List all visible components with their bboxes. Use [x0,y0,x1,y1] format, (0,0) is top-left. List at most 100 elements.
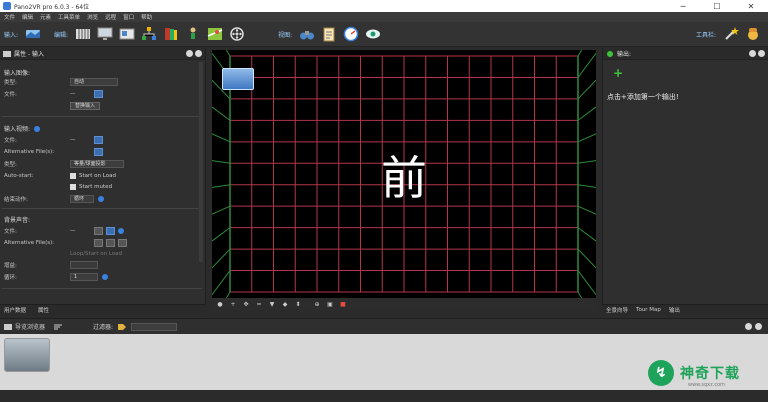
menu-tools[interactable]: 工具菜单 [58,13,80,21]
sound-alt-row: Alternative File(s): [4,238,130,247]
sound-play-icon[interactable] [94,226,103,235]
preview-button[interactable] [298,25,316,43]
menu-help[interactable]: 帮助 [141,13,152,21]
grid-icon [76,29,91,39]
start-on-load-checkbox[interactable] [70,172,76,179]
view-output-button[interactable] [364,25,382,43]
help-assistant-button[interactable] [744,25,762,43]
menu-window[interactable]: 窗口 [123,13,134,21]
info-icon[interactable] [34,125,41,132]
close-panel-icon[interactable] [758,50,765,57]
input-video-section: 输入视频: [4,124,41,133]
tour-map-button[interactable] [140,25,158,43]
binoculars-icon [300,31,315,40]
notes-button[interactable] [320,25,338,43]
start-muted-checkbox[interactable] [70,183,76,190]
end-action-row: 结束动作: 循环 [4,194,104,203]
menu-browse[interactable]: 浏览 [87,13,98,21]
network-icon [142,27,157,40]
divider [2,288,202,289]
menu-bar: 文件 编辑 元素 工具菜单 浏览 远程 窗口 帮助 [0,12,768,22]
info-icon[interactable]: ● [215,300,225,308]
panel-controls [745,323,762,330]
replace-input-button[interactable]: 替换输入 [70,101,101,110]
watermark-url: www.sqxz.com [688,382,726,388]
browse-sound-icon[interactable] [106,226,115,235]
browse-alt-sound-icon[interactable] [118,238,127,247]
float-panel-icon[interactable] [186,50,193,57]
panorama-icon [26,30,41,38]
add-output-hint: 点击+添加第一个输出! [607,93,679,101]
publish-button[interactable] [342,25,360,43]
maximize-button[interactable]: ☐ [700,0,734,12]
float-panel-icon[interactable] [749,50,756,57]
tab-panorama-wizard[interactable]: 全景向导 [606,306,628,314]
panorama-thumbnail[interactable] [222,68,254,90]
loop-input[interactable]: 1 [70,272,98,281]
line-tool-icon[interactable]: ━ [254,300,264,308]
panorama-viewer[interactable]: 前 [212,50,596,298]
wizard-button[interactable] [722,25,740,43]
close-button[interactable]: ✕ [734,0,768,12]
tab-tour-map[interactable]: Tour Map [636,307,661,313]
tab-user-data[interactable]: 用户数据 [4,306,26,314]
grid-line [212,248,231,269]
tag-icon[interactable] [117,323,127,331]
status-bar [0,390,768,402]
menu-file[interactable]: 文件 [4,13,15,21]
toolbar-right: 工具栏: [692,25,768,43]
stop-icon[interactable]: ■ [338,300,348,308]
animation-button[interactable] [184,25,202,43]
move-icon[interactable]: ✥ [241,300,251,308]
add-output-icon[interactable]: + [613,66,623,80]
info-icon[interactable] [98,195,104,202]
menu-remote[interactable]: 远程 [105,13,116,21]
browse-video-icon[interactable] [94,135,103,144]
end-action-select[interactable]: 循环 [70,194,94,203]
output-panel-title: 输出: [617,51,632,58]
gain-input[interactable] [70,260,98,269]
frame-icon[interactable]: ▣ [325,300,335,308]
filter-select[interactable] [131,322,178,331]
main-toolbar: 输入: 编辑: 视图: 工具栏: [0,22,768,47]
bucket-icon[interactable]: ▼ [267,300,277,308]
tab-output[interactable]: 输出 [669,306,680,314]
tab-properties[interactable]: 属性 [38,306,49,314]
sound-record-icon[interactable] [106,238,115,247]
start-muted-row: Start muted [70,182,112,191]
map-button[interactable] [206,25,224,43]
measure-icon[interactable]: ⬍ [293,300,303,308]
menu-elements[interactable]: 元素 [40,13,51,21]
image-type-select[interactable]: 自动 [70,77,118,86]
browse-file-icon[interactable] [94,89,103,98]
close-panel-icon[interactable] [755,323,762,330]
close-panel-icon[interactable] [195,50,202,57]
replace-input-row: 替换输入 [70,101,101,110]
patch-button[interactable] [96,25,114,43]
info-icon[interactable] [118,227,124,234]
add-point-icon[interactable]: + [228,300,238,308]
browse-alt-video-icon[interactable] [94,147,103,156]
video-button[interactable] [228,25,246,43]
sound-stop-icon[interactable] [94,238,103,247]
minimize-button[interactable]: ─ [666,0,700,12]
puppet-icon [190,27,196,39]
video-alt-row: Alternative File(s): [4,147,106,156]
sort-icon[interactable] [53,323,63,331]
grid-line [577,248,596,269]
panorama-node-thumbnail[interactable] [4,338,50,372]
grid-line [212,133,231,143]
skin-button[interactable] [162,25,180,43]
info-icon[interactable] [102,273,108,280]
float-panel-icon[interactable] [745,323,752,330]
crosshair-icon[interactable]: ⊕ [312,300,322,308]
properties-scrollbar[interactable] [199,62,203,262]
viewing-params-button[interactable] [74,25,92,43]
patch-tool-icon[interactable]: ◆ [280,300,290,308]
grid-line [577,79,596,100]
import-panorama-button[interactable] [24,25,42,43]
hotspot-button[interactable] [118,25,136,43]
video-type-select[interactable]: 等量/球面投影 [70,159,124,168]
eye-icon [366,29,381,39]
menu-edit[interactable]: 编辑 [22,13,33,21]
